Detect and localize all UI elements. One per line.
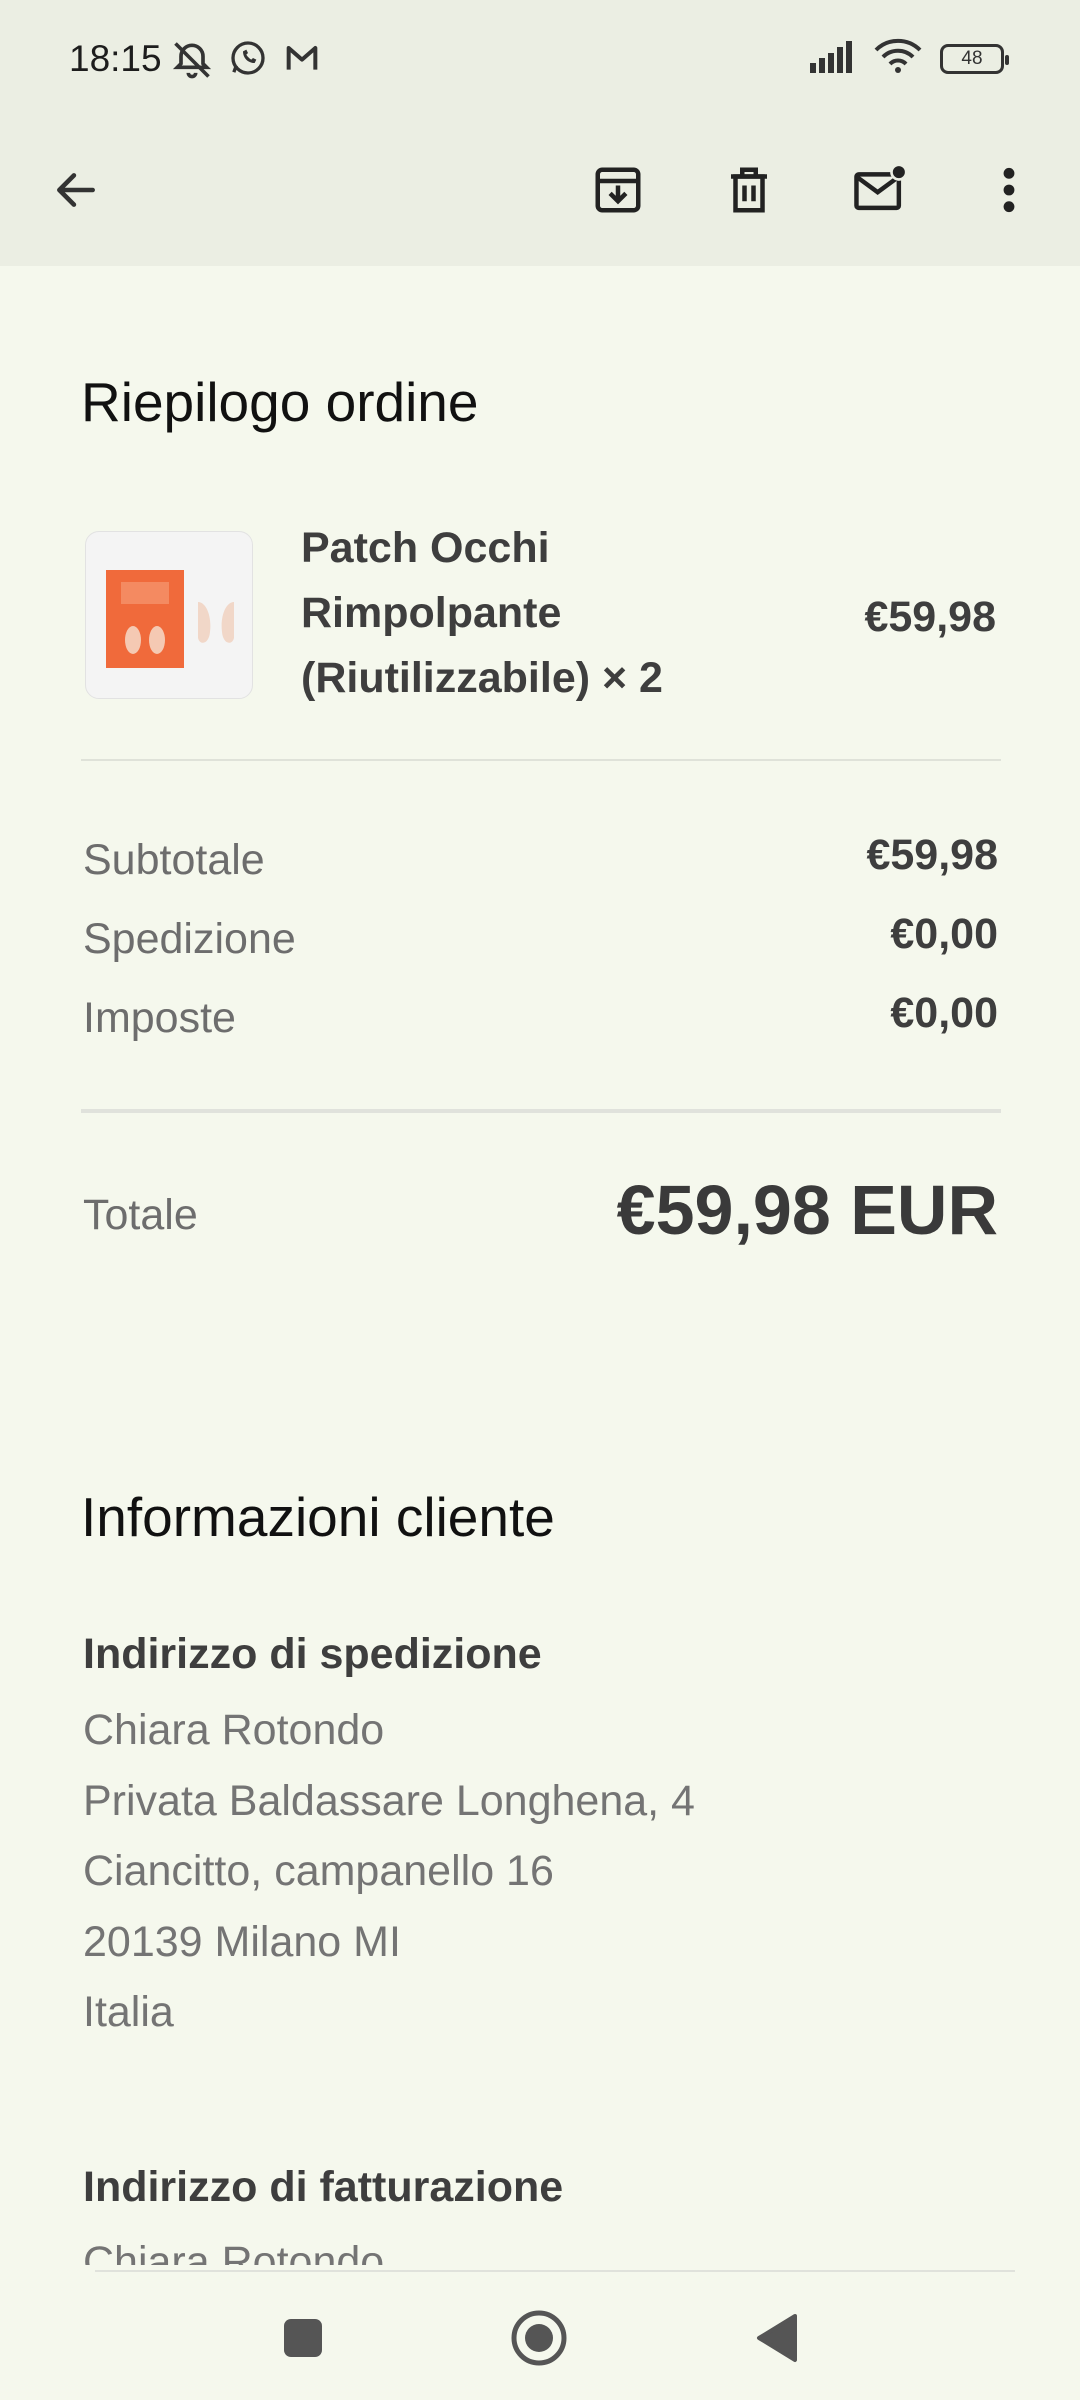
shipping-address-line: Chiara Rotondo: [83, 1706, 385, 1754]
shipping-address-line: 20139 Milano MI: [83, 1918, 401, 1966]
shipping-address-line: Privata Baldassare Longhena, 4: [83, 1777, 695, 1825]
status-bar: 18:15 48: [0, 0, 1080, 120]
delete-button[interactable]: [709, 152, 789, 232]
delete-icon: [722, 163, 776, 222]
gmail-icon: [282, 38, 322, 87]
back-nav-button[interactable]: [727, 2290, 827, 2390]
status-time: 18:15: [69, 38, 162, 79]
total-label: Totale: [83, 1191, 198, 1239]
order-summary-title: Riepilogo ordine: [81, 371, 479, 433]
battery-icon: 48: [940, 43, 1009, 74]
more-options-button[interactable]: [969, 152, 1049, 232]
product-image[interactable]: [85, 531, 253, 699]
billing-address-line: Chiara Rotondo: [83, 2238, 385, 2265]
shipping-address-line: Italia: [83, 1988, 174, 2036]
billing-address-title: Indirizzo di fatturazione: [83, 2163, 564, 2211]
signal-icon: [808, 39, 856, 78]
shipping-value: €0,00: [890, 910, 998, 958]
whatsapp-icon: [228, 38, 268, 87]
app-bar: [0, 120, 1080, 266]
shipping-address-title: Indirizzo di spedizione: [83, 1630, 542, 1678]
back-button[interactable]: [36, 152, 116, 232]
back-icon: [51, 165, 101, 220]
subtotal-value: €59,98: [866, 831, 998, 879]
product-price: €59,98: [864, 593, 996, 641]
battery-level: 48: [961, 47, 983, 69]
email-content: Riepilogo ordine Patch Occhi Rimpolpante…: [0, 266, 1080, 2265]
shipping-label: Spedizione: [83, 915, 296, 963]
recents-icon: [281, 2316, 325, 2365]
customer-info-title: Informazioni cliente: [81, 1486, 555, 1548]
taxes-value: €0,00: [890, 989, 998, 1037]
divider: [81, 759, 1001, 761]
home-button[interactable]: [489, 2290, 589, 2390]
archive-icon: [591, 163, 645, 222]
status-notification-icons: [170, 38, 322, 87]
divider: [95, 2270, 1015, 2272]
total-value: €59,98 EUR: [616, 1171, 998, 1249]
archive-button[interactable]: [578, 152, 658, 232]
alarm-off-icon: [170, 38, 214, 87]
mark-unread-icon: [852, 162, 910, 222]
product-name[interactable]: Patch Occhi Rimpolpante (Riutilizzabile)…: [301, 516, 741, 711]
subtotal-label: Subtotale: [83, 836, 265, 884]
product-package-icon: [106, 570, 234, 668]
status-system-icons: 48: [808, 38, 1009, 79]
back-triangle-icon: [755, 2313, 799, 2368]
mark-unread-button[interactable]: [841, 152, 921, 232]
more-options-icon: [999, 165, 1019, 220]
shipping-address-line: Ciancitto, campanello 16: [83, 1847, 554, 1895]
taxes-label: Imposte: [83, 994, 236, 1042]
divider: [81, 1109, 1001, 1113]
recents-button[interactable]: [253, 2290, 353, 2390]
wifi-icon: [874, 38, 922, 79]
system-nav-bar: [0, 2270, 1080, 2400]
home-icon: [509, 2308, 569, 2373]
